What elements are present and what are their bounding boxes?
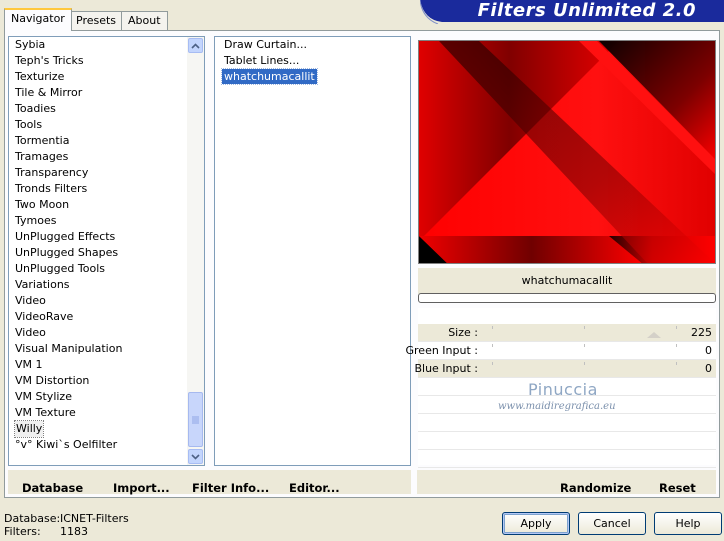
apply-button[interactable]: Apply xyxy=(502,512,570,535)
scroll-down-button[interactable] xyxy=(188,449,203,464)
category-item[interactable]: Toadies xyxy=(15,101,56,117)
tab-presets[interactable]: Presets xyxy=(69,11,124,30)
param-row-empty xyxy=(418,432,716,450)
category-item[interactable]: Willy xyxy=(13,420,45,438)
param-row-empty xyxy=(418,450,716,468)
param-value: 0 xyxy=(705,344,712,357)
param-slider[interactable] xyxy=(492,324,677,342)
param-value: 0 xyxy=(705,362,712,375)
category-item[interactable]: Tronds Filters xyxy=(15,181,87,197)
category-item[interactable]: Texturize xyxy=(15,69,64,85)
chevron-down-icon xyxy=(191,453,200,460)
category-scrollbar[interactable] xyxy=(187,37,204,465)
cancel-button[interactable]: Cancel xyxy=(578,512,646,535)
tab-navigator[interactable]: Navigator xyxy=(4,8,72,31)
category-item[interactable]: Teph's Tricks xyxy=(15,53,84,69)
category-item[interactable]: UnPlugged Shapes xyxy=(15,245,118,261)
param-row-green-input[interactable]: Green Input : 0 xyxy=(406,342,716,360)
param-row-blue-input[interactable]: Blue Input : 0 xyxy=(414,360,716,378)
param-row-empty xyxy=(418,414,716,432)
scroll-up-button[interactable] xyxy=(188,38,203,53)
category-item[interactable]: Two Moon xyxy=(15,197,69,213)
app-title: Filters Unlimited 2.0 xyxy=(477,0,696,21)
param-slider[interactable] xyxy=(492,360,677,378)
category-item[interactable]: UnPlugged Tools xyxy=(15,261,105,277)
status-database-value: ICNET-Filters xyxy=(60,512,129,525)
category-item[interactable]: VideoRave xyxy=(15,309,73,325)
status-filters-label: Filters: xyxy=(4,525,41,538)
category-item[interactable]: Visual Manipulation xyxy=(15,341,122,357)
slider-thumb[interactable] xyxy=(646,332,661,338)
category-item[interactable]: VM Texture xyxy=(15,405,76,421)
category-item[interactable]: Tymoes xyxy=(15,213,56,229)
category-item[interactable]: Video xyxy=(15,293,46,309)
status-info: Database:ICNET-Filters Filters: 1183 xyxy=(4,512,129,538)
category-item[interactable]: Video xyxy=(15,325,46,341)
help-button[interactable]: Help xyxy=(654,512,722,535)
app-banner: Filters Unlimited 2.0 xyxy=(420,0,724,24)
category-item[interactable]: Tormentia xyxy=(15,133,69,149)
filter-info-button[interactable]: Filter Info... xyxy=(192,476,269,500)
param-value: 225 xyxy=(691,326,712,339)
reset-button[interactable]: Reset xyxy=(659,476,696,500)
editor-button[interactable]: Editor... xyxy=(289,476,340,500)
grip-icon xyxy=(192,416,199,423)
randomize-button[interactable]: Randomize xyxy=(560,476,631,500)
current-filter-name: whatchumacallit xyxy=(418,268,716,294)
watermark-url: www.maidiregrafica.eu xyxy=(498,401,616,412)
chevron-up-icon xyxy=(191,42,200,49)
param-row-size[interactable]: Size : 225 xyxy=(418,324,716,342)
filter-item[interactable]: Draw Curtain... xyxy=(222,37,309,52)
category-item[interactable]: VM Stylize xyxy=(15,389,72,405)
category-item[interactable]: UnPlugged Effects xyxy=(15,229,115,245)
progress-bar xyxy=(418,293,716,303)
status-filters-value: 1183 xyxy=(60,525,88,538)
param-slider[interactable] xyxy=(492,342,677,360)
preview-image xyxy=(418,40,716,264)
category-item[interactable]: Sybia xyxy=(15,37,45,53)
category-list[interactable]: Sybia Teph's Tricks Texturize Tile & Mirror… xyxy=(8,36,205,466)
category-item[interactable]: Transparency xyxy=(15,165,88,181)
category-item[interactable]: °v° Kiwi`s Oelfilter xyxy=(15,437,117,453)
import-button[interactable]: Import... xyxy=(113,476,170,500)
param-label: Blue Input : xyxy=(414,362,478,375)
category-item[interactable]: VM 1 xyxy=(15,357,43,373)
category-item[interactable]: Variations xyxy=(15,277,70,293)
category-item[interactable]: Tile & Mirror xyxy=(15,85,82,101)
param-label: Green Input : xyxy=(405,344,479,357)
watermark-name: Pinuccia xyxy=(528,380,598,399)
category-item[interactable]: Tramages xyxy=(15,149,68,165)
status-database-label: Database: xyxy=(4,512,61,525)
category-item[interactable]: Tools xyxy=(15,117,42,133)
param-label: Size : xyxy=(448,326,478,339)
filter-item[interactable]: Tablet Lines... xyxy=(222,53,301,68)
filter-item-selected[interactable]: whatchumacallit xyxy=(221,68,318,85)
filter-list[interactable]: Draw Curtain... Tablet Lines... whatchum… xyxy=(214,36,411,466)
tab-about[interactable]: About xyxy=(121,11,168,30)
category-item[interactable]: VM Distortion xyxy=(15,373,89,389)
database-button[interactable]: Database xyxy=(22,476,83,500)
scroll-thumb[interactable] xyxy=(188,392,203,447)
